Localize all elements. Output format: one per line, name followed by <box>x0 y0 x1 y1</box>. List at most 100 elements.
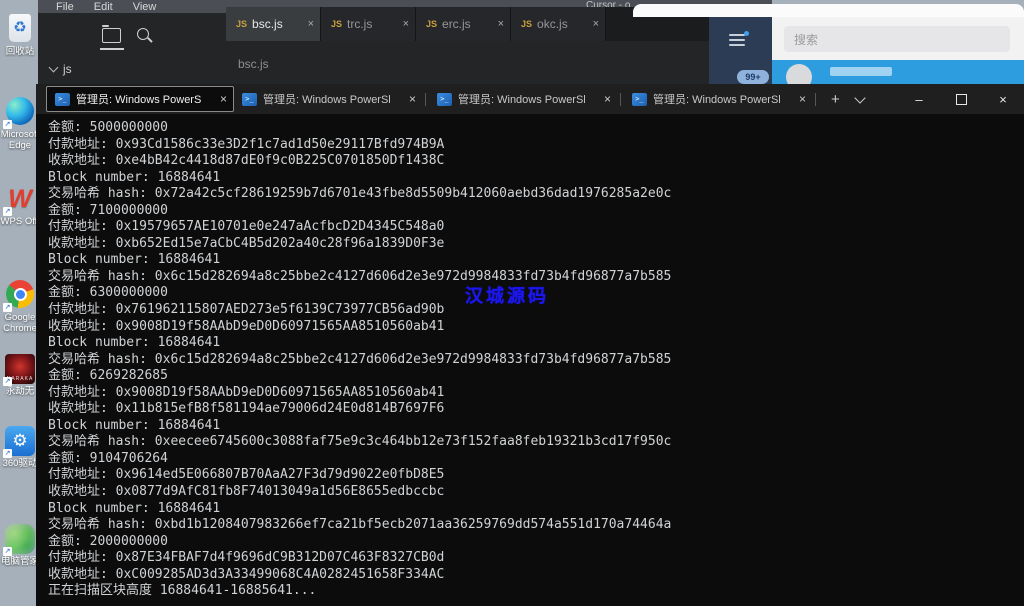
desktop-icon-pc-manager[interactable]: ↗ 电脑管家 <box>0 524 40 567</box>
editor-tab-label: bsc.js <box>252 17 283 31</box>
close-tab-icon[interactable]: × <box>799 92 806 106</box>
terminal-line: 金额: 9104706264 <box>48 450 168 466</box>
powershell-icon: >_ <box>55 92 70 106</box>
new-tab-button[interactable]: + <box>831 91 840 108</box>
menu-file[interactable]: File <box>56 1 74 13</box>
terminal-line: 正在扫描区块高度 16884641-16885641... <box>48 583 317 599</box>
terminal-tab-2[interactable]: >_ 管理员: Windows PowerSl × <box>234 86 422 112</box>
terminal-line: Block number: 16884641 <box>48 252 221 268</box>
search-input[interactable]: 搜索 <box>784 26 1010 52</box>
powershell-icon: >_ <box>632 92 647 106</box>
close-tab-icon[interactable]: × <box>308 18 314 30</box>
shortcut-arrow-icon: ↗ <box>3 303 12 312</box>
desktop-icon-label: Microsoft Edge <box>0 129 40 151</box>
js-file-icon: JS <box>331 19 343 29</box>
tab-separator <box>815 92 816 106</box>
maximize-button[interactable] <box>940 84 982 114</box>
desktop-icon-microsoft-edge[interactable]: ↗ Microsoft Edge <box>0 96 40 151</box>
terminal-line: 金额: 5000000000 <box>48 120 168 135</box>
messenger-search-panel: 搜索 <box>772 17 1024 60</box>
close-tab-icon[interactable]: × <box>604 92 611 106</box>
shortcut-arrow-icon: ↗ <box>3 547 12 556</box>
close-button[interactable]: × <box>982 84 1024 114</box>
js-file-icon: JS <box>426 19 438 29</box>
terminal-tab-1[interactable]: >_ 管理员: Windows PowerS × <box>46 86 234 112</box>
terminal-line: 金额: 2000000000 <box>48 533 168 549</box>
terminal-line: 收款地址: 0x9008D19f58AAbD9eD0D60971565AA851… <box>48 318 445 334</box>
editor-tab-label: erc.js <box>442 17 471 31</box>
avatar <box>786 64 812 84</box>
recycle-bin-icon: ♻ <box>9 14 31 42</box>
window-controls: – × <box>898 84 1024 114</box>
editor-tab-erc.js[interactable]: JS erc.js × <box>416 7 511 41</box>
desktop-icon-label: 电脑管家 <box>0 556 39 567</box>
close-tab-icon[interactable]: × <box>403 18 409 30</box>
desktop-icon-column: ♻ 回收站 ↗ Microsoft Edge W ↗ WPS Offi ↗ Google Chr… <box>0 0 40 606</box>
unread-count-badge: 99+ <box>737 70 769 84</box>
selected-conversation-row[interactable] <box>772 60 1024 84</box>
desktop-icon-label: 回收站 <box>5 46 35 57</box>
explorer-tree-item-js[interactable]: js <box>48 62 72 76</box>
shortcut-arrow-icon: ↗ <box>3 449 12 458</box>
shortcut-arrow-icon: ↗ <box>3 120 12 129</box>
tree-item-label: js <box>63 62 72 76</box>
desktop-screen: ♻ 回收站 ↗ Microsoft Edge W ↗ WPS Offi ↗ Google Chr… <box>0 0 1024 606</box>
terminal-line: 交易哈希 hash: 0xbd1b1208407983266ef7ca21bf5… <box>48 517 672 533</box>
notification-dot <box>744 31 749 36</box>
terminal-line: 付款地址: 0x19579657AE10701e0e247aAcfbcD2D43… <box>48 219 445 235</box>
terminal-output[interactable]: 金额: 5000000000 付款地址: 0x93Cd1586c33e3D2f1c… <box>36 114 1024 606</box>
terminal-tabbar: >_ 管理员: Windows PowerS × >_ 管理员: Windows Pow… <box>36 84 1024 114</box>
terminal-tab-title: 管理员: Windows PowerS <box>76 94 202 106</box>
terminal-tab-title: 管理员: Windows PowerSl <box>263 94 391 106</box>
hamburger-menu-icon[interactable] <box>729 31 749 49</box>
desktop-icon-wps-office[interactable]: W ↗ WPS Offi <box>0 184 40 227</box>
desktop-icon-label: 永劫无 <box>5 386 35 397</box>
maximize-icon <box>955 93 967 105</box>
explorer-icon[interactable] <box>102 25 121 43</box>
terminal-line: 收款地址: 0x0877d9AfC81fb8F74013049a1d56E865… <box>48 484 445 500</box>
close-tab-icon[interactable]: × <box>593 18 599 30</box>
terminal-line: 交易哈希 hash: 0xeecee6745600c3088faf75e9c3c… <box>48 434 672 450</box>
terminal-line: 收款地址: 0xb652Ed15e7aCbC4B5d202a40c28f96a1… <box>48 235 445 251</box>
terminal-line: 收款地址: 0xe4bB42c4418d87dE0f9c0B225C070185… <box>48 153 445 169</box>
menu-view[interactable]: View <box>133 1 157 13</box>
shortcut-arrow-icon: ↗ <box>3 377 12 386</box>
terminal-line: 金额: 6269282685 <box>48 368 168 384</box>
terminal-line: 付款地址: 0x9614ed5E066807B70AaA27F3d79d9022… <box>48 467 445 483</box>
terminal-line: 金额: 7100000000 <box>48 202 168 218</box>
desktop-icon-google-chrome[interactable]: ↗ Google Chrome <box>0 279 40 334</box>
menu-edit[interactable]: Edit <box>94 1 113 13</box>
desktop-icon-360-driver[interactable]: ⚙ ↗ 360驱动 <box>0 426 40 469</box>
breadcrumb[interactable]: bsc.js <box>238 57 269 71</box>
terminal-tab-3[interactable]: >_ 管理员: Windows PowerSl × <box>429 86 617 112</box>
chevron-down-icon <box>48 62 59 73</box>
minimize-button[interactable]: – <box>898 84 940 114</box>
tab-dropdown-icon[interactable] <box>854 91 866 104</box>
search-placeholder: 搜索 <box>794 32 819 47</box>
editor-tab-okc.js[interactable]: JS okc.js × <box>511 7 606 41</box>
js-file-icon: JS <box>236 19 248 29</box>
desktop-icon-naraka[interactable]: NARAKA ↗ 永劫无 <box>0 354 40 397</box>
messenger-window: 99+ 搜索 <box>633 4 1024 84</box>
editor-tab-trc.js[interactable]: JS trc.js × <box>321 7 416 41</box>
terminal-tab-title: 管理员: Windows PowerSl <box>653 94 781 106</box>
search-icon[interactable] <box>137 28 149 40</box>
powershell-icon: >_ <box>437 92 452 106</box>
close-tab-icon[interactable]: × <box>220 92 227 106</box>
close-tab-icon[interactable]: × <box>409 92 416 106</box>
editor-tab-bsc.js[interactable]: JS bsc.js × <box>226 7 321 41</box>
terminal-line: Block number: 16884641 <box>48 500 221 516</box>
watermark-text: 汉城源码 <box>465 286 549 306</box>
messenger-sidebar: 99+ <box>709 17 772 84</box>
terminal-line: 交易哈希 hash: 0x72a42c5cf28619259b7d6701e43… <box>48 186 672 202</box>
close-tab-icon[interactable]: × <box>498 18 504 30</box>
editor-tab-label: okc.js <box>537 17 568 31</box>
powershell-icon: >_ <box>242 92 257 106</box>
desktop-icon-label: 360驱动 <box>2 458 38 469</box>
messenger-titlebar[interactable] <box>633 4 1024 17</box>
terminal-tab-4[interactable]: >_ 管理员: Windows PowerSl × <box>624 86 812 112</box>
terminal-window: >_ 管理员: Windows PowerS × >_ 管理员: Windows Pow… <box>36 84 1024 606</box>
desktop-icon-recycle-bin[interactable]: ♻ 回收站 <box>0 14 40 57</box>
desktop-icon-label: WPS Offi <box>0 216 40 227</box>
conversation-title-blur <box>830 67 892 76</box>
